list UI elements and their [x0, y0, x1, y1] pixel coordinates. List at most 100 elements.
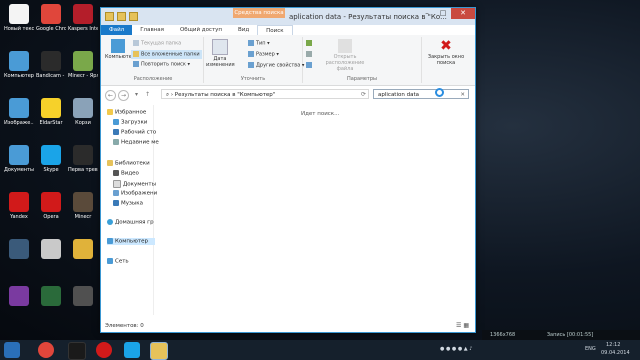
desktop-icon[interactable]: Minecr - Ярлык — [68, 51, 98, 79]
desktop-icon — [113, 129, 119, 135]
opera-icon[interactable] — [96, 342, 112, 358]
nav-images[interactable]: Изображени — [113, 190, 161, 197]
tab-view[interactable]: Вид — [230, 25, 257, 35]
app-icon — [9, 145, 29, 165]
type-button[interactable]: Тип ▾ — [248, 40, 270, 47]
chrome-icon[interactable] — [38, 342, 54, 358]
back-button[interactable]: ← — [105, 90, 116, 101]
app-icon — [9, 192, 29, 212]
start-icon[interactable] — [4, 342, 20, 358]
clear-search-icon[interactable]: ✕ — [460, 90, 465, 100]
desktop-icon-label: Новый текстов... — [4, 26, 34, 32]
library-icon — [107, 160, 113, 166]
address-bar[interactable]: ⌕ › Результаты поиска в "Компьютер" — [161, 89, 369, 99]
up-button[interactable]: ↑ — [143, 90, 152, 99]
view-toggle-icons[interactable]: ☰ ▦ — [456, 322, 469, 329]
taskbar-app-icon[interactable] — [68, 342, 86, 360]
clock-date[interactable]: 09.04.2014 — [601, 350, 630, 356]
date-modified-button[interactable]: Дата изменения — [206, 39, 235, 68]
open-file-location-button[interactable]: Открыть расположение файла — [325, 39, 365, 72]
desktop-icon[interactable] — [36, 239, 66, 261]
desktop-icon[interactable]: Skype — [36, 145, 66, 173]
searching-text: Идет поиск... — [301, 111, 340, 117]
advanced-options-icon[interactable] — [306, 51, 314, 58]
app-icon — [9, 286, 29, 306]
recent-searches-icon[interactable] — [306, 40, 314, 47]
other-properties-button[interactable]: Другие свойства ▾ — [248, 62, 304, 69]
address-bar-row: ← → ▾ ↑ ⌕ › Результаты поиска в "Компьют… — [101, 86, 475, 104]
close-search-button[interactable]: ✖ Закрыть окно поиска — [426, 39, 466, 66]
nav-homegroup[interactable]: Домашняя гр — [107, 219, 155, 226]
explorer-icon[interactable] — [150, 342, 168, 360]
desktop-icon[interactable]: Yandex — [4, 192, 34, 220]
desktop-icon-label: Документы - Ярлык — [4, 167, 34, 173]
desktop-icon[interactable]: Google Chrome — [36, 4, 66, 32]
desktop-icon[interactable]: Kaspers Internet — [68, 4, 98, 32]
nav-computer[interactable]: Компьютер — [107, 238, 155, 245]
desktop-icon[interactable]: Корзи — [68, 98, 98, 126]
nav-downloads[interactable]: Загрузки — [113, 119, 161, 126]
group-location: Компьютер Текущая папка Все вложенные па… — [103, 37, 204, 83]
nav-label: Видео — [121, 170, 139, 177]
desktop-icon[interactable] — [4, 239, 34, 261]
nav-favorites[interactable]: Избранное — [107, 109, 155, 116]
desktop-icon-label: Перва тревог — [68, 167, 98, 173]
desktop-icon[interactable]: Изображе... - Ярлык — [4, 98, 34, 126]
folder-icon[interactable] — [105, 12, 114, 21]
close-button[interactable]: ✕ — [451, 8, 475, 19]
desktop-icon[interactable] — [4, 286, 34, 308]
new-folder-icon[interactable] — [129, 12, 138, 21]
nav-libraries[interactable]: Библиотеки — [107, 160, 155, 167]
nav-documents[interactable]: Документы — [113, 180, 161, 188]
desktop-icon[interactable]: Компьютер - Ярлык — [4, 51, 34, 79]
nav-recent[interactable]: Недавние ме — [113, 139, 161, 146]
tab-search[interactable]: Поиск — [257, 25, 293, 35]
desktop-icon[interactable]: Minecr — [68, 192, 98, 220]
desktop-icon[interactable] — [68, 286, 98, 308]
app-icon — [41, 192, 61, 212]
tab-home[interactable]: Главная — [132, 25, 172, 35]
quick-access-toolbar — [105, 12, 138, 21]
explorer-window: Средства поиска aplication data - Резуль… — [100, 7, 476, 333]
tray-icons[interactable]: ● ● ● ● ▲ ♪ — [440, 346, 472, 352]
clock-time[interactable]: 12:12 — [606, 342, 620, 348]
app-icon — [41, 98, 61, 118]
open-location-label: Открыть расположение файла — [325, 54, 365, 72]
nav-video[interactable]: Видео — [113, 170, 161, 177]
desktop-icon[interactable] — [68, 239, 98, 261]
desktop-icon[interactable]: Opera — [36, 192, 66, 220]
date-modified-label: Дата изменения — [206, 56, 235, 68]
language-indicator[interactable]: ENG — [585, 346, 596, 352]
open-location-icon — [338, 39, 352, 53]
taskbar: ● ● ● ● ▲ ♪ ENG 12:12 09.04.2014 — [0, 340, 640, 360]
current-folder-button[interactable]: Текущая папка — [133, 40, 181, 47]
forward-button[interactable]: → — [118, 90, 129, 101]
nav-music[interactable]: Музыка — [113, 200, 161, 207]
properties-icon[interactable] — [117, 12, 126, 21]
desktop-icon[interactable]: Новый текстов... — [4, 4, 34, 32]
save-search-icon[interactable] — [306, 62, 314, 69]
desktop-icon-label: Google Chrome — [36, 26, 66, 32]
nav-network[interactable]: Сеть — [107, 258, 155, 265]
search-input[interactable]: aplication data ✕ — [373, 89, 469, 99]
skype-icon[interactable] — [124, 342, 140, 358]
desktop-icon[interactable]: EldarStar — [36, 98, 66, 126]
desktop-icon[interactable]: Документы - Ярлык — [4, 145, 34, 173]
refresh-button[interactable]: ⟳ — [359, 90, 368, 99]
folder-icon — [133, 40, 139, 46]
search-again-button[interactable]: Повторить поиск ▾ — [133, 61, 190, 68]
desktop-icon[interactable]: Bandicam - Ярлык — [36, 51, 66, 79]
all-subfolders-button[interactable]: Все вложенные папки — [131, 50, 202, 59]
desktop-icon[interactable] — [36, 286, 66, 308]
results-pane[interactable]: Идет поиск... — [155, 105, 475, 315]
maximize-button[interactable]: □ — [435, 8, 451, 19]
size-button[interactable]: Размер ▾ — [248, 51, 279, 58]
computer-button[interactable]: Компьютер — [105, 39, 135, 60]
desktop-icon[interactable]: Перва тревог — [68, 145, 98, 173]
app-icon — [41, 286, 61, 306]
minimize-button[interactable]: – — [419, 8, 435, 19]
tab-share[interactable]: Общий доступ — [172, 25, 230, 35]
tab-file[interactable]: Файл — [101, 25, 133, 35]
recent-locations-button[interactable]: ▾ — [132, 90, 141, 99]
nav-desktop[interactable]: Рабочий сто — [113, 129, 161, 136]
